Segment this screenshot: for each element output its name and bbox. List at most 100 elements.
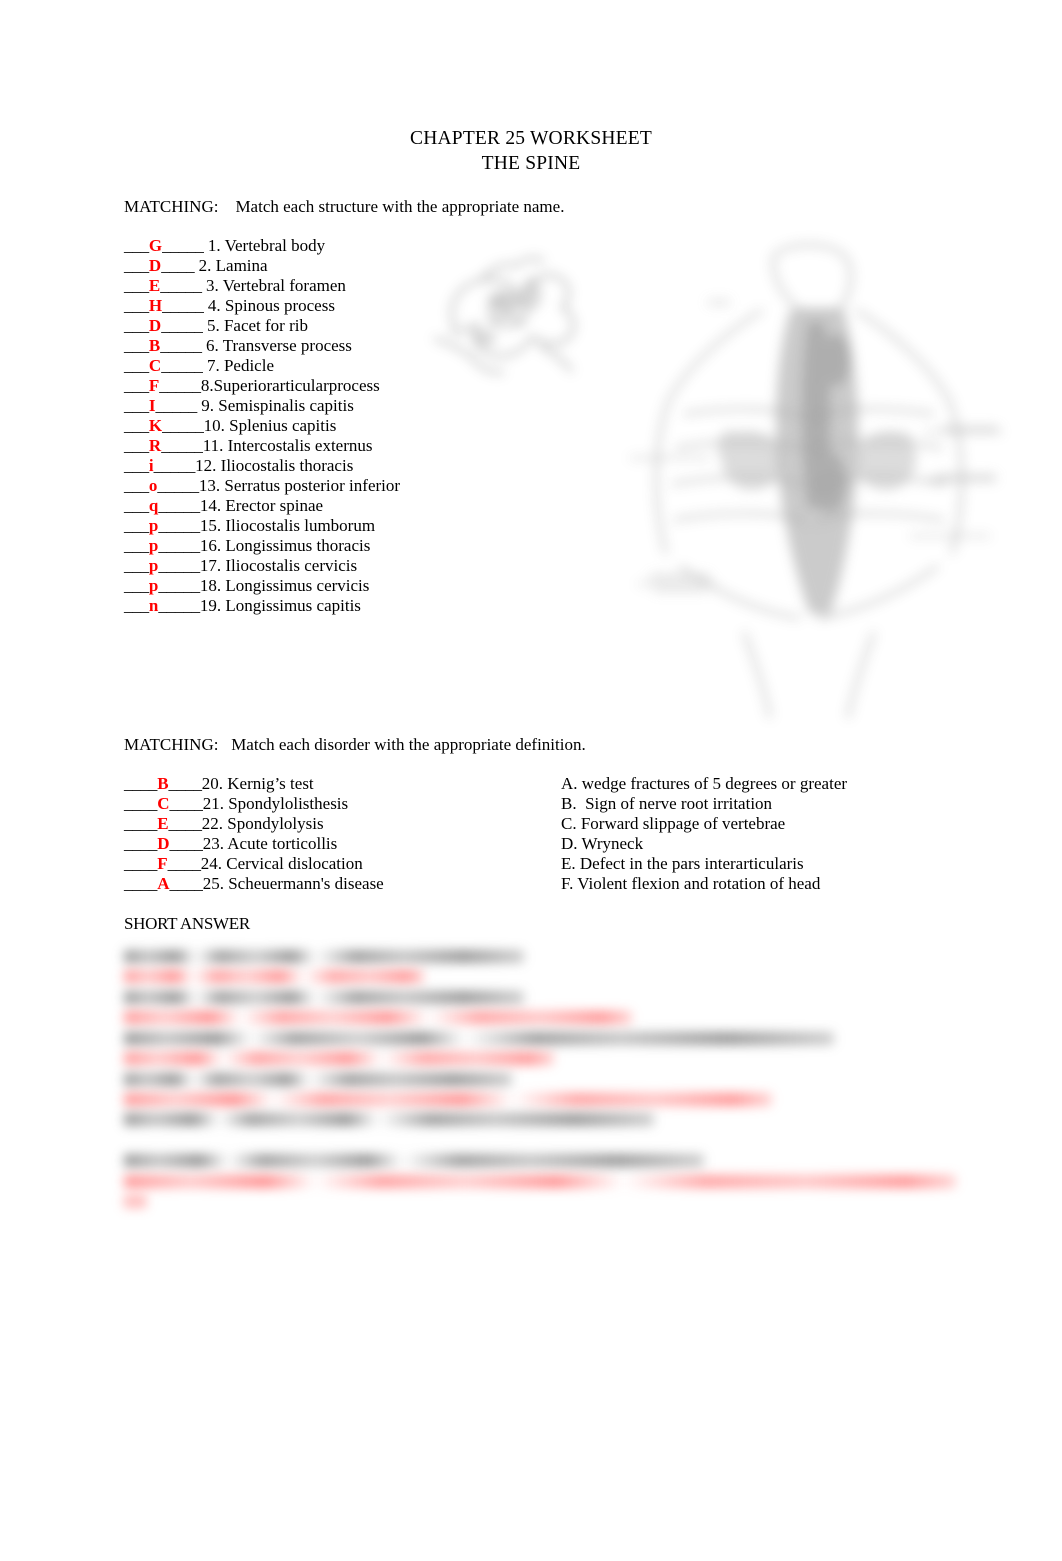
answer-letter[interactable]: q [149,496,158,515]
answer-letter[interactable]: C [157,794,169,813]
answer-blank-right[interactable]: ____ [169,834,202,853]
matching-item-label: 17. Iliocostalis cervicis [199,556,358,575]
answer-blank-left[interactable]: ___ [124,316,149,335]
answer-blank-right[interactable]: ____ [169,794,202,813]
answer-blank-left[interactable]: ____ [124,874,157,893]
answer-blank-right[interactable]: _____ [158,576,200,595]
answer-letter[interactable]: B [149,336,160,355]
answer-blank-right[interactable]: _____ [162,416,204,435]
short-answer-question-line-blurred [124,1154,704,1167]
answer-blank-right[interactable]: _____ [158,536,200,555]
answer-letter[interactable]: B [157,774,168,793]
answer-letter[interactable]: G [149,236,162,255]
answer-blank-left[interactable]: ____ [124,834,157,853]
answer-blank-left[interactable]: ___ [124,576,149,595]
answer-letter[interactable]: H [149,296,162,315]
answer-blank-left[interactable]: ____ [124,854,157,873]
matching-section-1-header: MATCHING: Match each structure with the … [124,197,565,216]
matching-item-label: 19. Longissimus capitis [199,596,361,615]
matching-item-label: 12. Iliocostalis thoracis [195,456,354,475]
matching-item-label: 14. Erector spinae [199,496,324,515]
answer-blank-left[interactable]: ___ [124,396,149,415]
matching-item-label: 16. Longissimus thoracis [199,536,371,555]
answer-letter[interactable]: p [149,516,158,535]
answer-letter[interactable]: D [157,834,169,853]
answer-blank-right[interactable]: _____ [160,276,202,295]
answer-blank-left[interactable]: ___ [124,496,149,515]
answer-letter[interactable]: D [149,256,161,275]
matching-section-2-header: MATCHING: Match each disorder with the a… [124,735,586,754]
answer-blank-right[interactable]: _____ [158,496,200,515]
answer-blank-left[interactable]: ___ [124,436,149,455]
answer-blank-right[interactable]: _____ [159,376,201,395]
answer-letter[interactable]: C [149,356,161,375]
answer-blank-left[interactable]: ___ [124,356,149,375]
short-answer-response-line-blurred [124,1195,146,1208]
matching-disorder-row: ____E____22. Spondylolysis [124,814,464,834]
answer-blank-left[interactable]: ____ [124,774,157,793]
matching-structure-row: ___p_____15. Iliocostalis lumborum [124,516,454,536]
answer-letter[interactable]: F [157,854,167,873]
answer-letter[interactable]: R [149,436,161,455]
short-answer-question-line-blurred [124,991,524,1004]
answer-letter[interactable]: F [149,376,159,395]
matching-item-label: 3. Vertebral foramen [201,276,346,295]
answer-blank-right[interactable]: _____ [158,556,200,575]
answer-blank-left[interactable]: ___ [124,476,149,495]
answer-letter[interactable]: p [149,536,158,555]
answer-letter[interactable]: n [149,596,158,615]
answer-letter[interactable]: A [157,874,169,893]
answer-blank-left[interactable]: ___ [124,256,149,275]
answer-blank-right[interactable]: _____ [156,396,198,415]
matching-structure-row: ___D____ 2. Lamina [124,256,454,276]
short-answer-header: SHORT ANSWER [124,914,250,933]
answer-blank-left[interactable]: ___ [124,516,149,535]
answer-blank-right[interactable]: ____ [169,774,202,793]
answer-blank-left[interactable]: ___ [124,336,149,355]
matching-disorder-row: ____C____21. Spondylolisthesis [124,794,464,814]
answer-blank-left[interactable]: ___ [124,376,149,395]
matching-structure-row: ___E_____ 3. Vertebral foramen [124,276,454,296]
answer-blank-right[interactable]: ____ [161,256,194,275]
answer-blank-left[interactable]: ___ [124,536,149,555]
answer-blank-right[interactable]: ____ [168,854,201,873]
answer-blank-left[interactable]: ___ [124,236,149,255]
answer-blank-right[interactable]: _____ [161,316,203,335]
matching-item-label: 9. Semispinalis capitis [197,396,354,415]
answer-blank-left[interactable]: ____ [124,794,157,813]
answer-blank-left[interactable]: ___ [124,456,149,475]
answer-blank-right[interactable]: _____ [154,456,196,475]
answer-blank-left[interactable]: ___ [124,556,149,575]
definition-item: F. Violent flexion and rotation of head [561,874,821,893]
matching-item-label: 25. Scheuermann's disease [202,874,384,893]
answer-blank-right[interactable]: _____ [158,516,200,535]
answer-blank-right[interactable]: _____ [161,356,203,375]
answer-blank-left[interactable]: ___ [124,416,149,435]
answer-blank-right[interactable]: _____ [160,336,202,355]
answer-letter[interactable]: p [149,556,158,575]
answer-blank-right[interactable]: ____ [169,814,202,833]
answer-blank-right[interactable]: _____ [162,236,204,255]
matching-item-label: 5. Facet for rib [202,316,308,335]
answer-blank-left[interactable]: ___ [124,276,149,295]
answer-letter[interactable]: E [157,814,168,833]
matching-list-disorders: ____B____20. Kernig’s test ____C____21. S… [124,774,464,894]
answer-letter[interactable]: K [149,416,162,435]
answer-blank-right[interactable]: _____ [158,596,200,615]
matching-structure-row: ___I_____ 9. Semispinalis capitis [124,396,454,416]
answer-letter[interactable]: E [149,276,160,295]
answer-blank-right[interactable]: _____ [161,436,203,455]
answer-blank-left[interactable]: ___ [124,596,149,615]
answer-letter[interactable]: p [149,576,158,595]
answer-blank-left[interactable]: ____ [124,814,157,833]
answer-letter[interactable]: I [149,396,156,415]
answer-blank-left[interactable]: ___ [124,296,149,315]
answer-blank-right[interactable]: _____ [162,296,204,315]
answer-letter[interactable]: D [149,316,161,335]
answer-blank-right[interactable]: ____ [169,874,202,893]
matching-item-label: 2. Lamina [194,256,268,275]
matching-structure-row: ___i_____12. Iliocostalis thoracis [124,456,454,476]
matching-structure-row: ___q_____14. Erector spinae [124,496,454,516]
answer-blank-right[interactable]: _____ [157,476,199,495]
definition-item: A. wedge fractures of 5 degrees or great… [561,774,848,793]
